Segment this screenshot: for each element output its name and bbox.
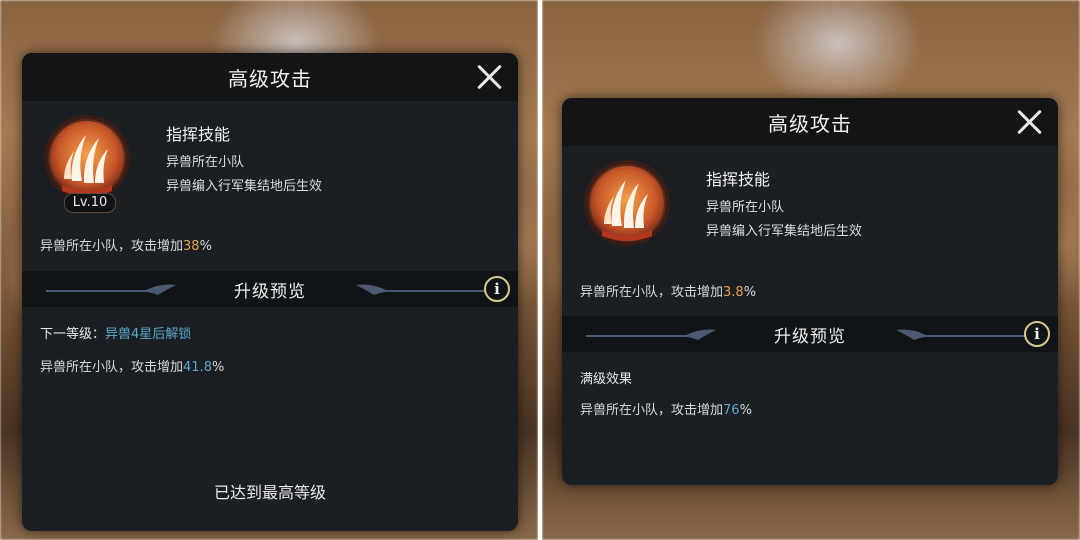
skill-scope: 异兽所在小队 (706, 200, 785, 215)
current-effect-unit: % (743, 285, 757, 300)
current-effect-text: 异兽所在小队，攻击增加 (40, 239, 184, 254)
info-icon[interactable]: i (484, 276, 510, 302)
close-icon[interactable] (474, 61, 506, 93)
popup-title: 高级攻击 (768, 111, 852, 136)
wing-right-icon (356, 284, 486, 295)
current-effect-value: 3.8 (723, 285, 744, 300)
close-icon[interactable] (1014, 106, 1046, 138)
right-screenshot: 高级攻击 指挥技能 异兽所在小队 异兽编入行军集结地后生效 异兽所在小队，攻击增… (542, 0, 1080, 540)
skill-info: Lv.10 指挥技能 异兽所在小队 异兽编入行军集结地后生效 (22, 101, 518, 231)
next-effect-unit: % (211, 360, 225, 375)
next-effect-value: 41.8 (183, 360, 212, 375)
skill-popup: 高级攻击 Lv.10 指挥技能 异兽所在小队 异兽编入行军集结地后生效 异兽所在… (22, 53, 518, 531)
max-effect-label: 满级效果 (580, 372, 633, 387)
info-icon[interactable]: i (1024, 321, 1050, 347)
skill-level-badge: Lv.10 (64, 193, 116, 213)
wing-left-icon (586, 329, 716, 340)
skill-scope: 异兽所在小队 (166, 155, 245, 170)
skill-popup: 高级攻击 指挥技能 异兽所在小队 异兽编入行军集结地后生效 异兽所在小队，攻击增… (562, 98, 1058, 485)
upgrade-preview-title: 升级预览 (774, 326, 846, 347)
upgrade-preview-divider: 升级预览 i (22, 271, 518, 307)
current-effect-unit: % (199, 239, 212, 254)
next-effect-text: 异兽所在小队，攻击增加 (40, 360, 184, 375)
max-effect-text: 异兽所在小队，攻击增加 (580, 403, 724, 418)
skill-condition: 异兽编入行军集结地后生效 (706, 224, 863, 239)
skill-condition: 异兽编入行军集结地后生效 (166, 179, 323, 194)
max-effect-unit: % (739, 403, 752, 418)
current-effect: 异兽所在小队，攻击增加3.8% (562, 276, 1058, 316)
current-effect-text: 异兽所在小队，攻击增加 (580, 285, 724, 300)
max-effect: 异兽所在小队，攻击增加76% (562, 399, 1058, 418)
skill-type: 指挥技能 (706, 170, 771, 189)
max-level-status: 已达到最高等级 (213, 483, 326, 502)
skill-info: 指挥技能 异兽所在小队 异兽编入行军集结地后生效 (562, 146, 1058, 276)
popup-title: 高级攻击 (228, 66, 312, 91)
next-level-label: 下一等级： (40, 327, 106, 342)
popup-header: 高级攻击 (562, 98, 1058, 146)
upgrade-preview-divider: 升级预览 i (562, 316, 1058, 352)
current-effect: 异兽所在小队，攻击增加38% (22, 231, 518, 271)
upgrade-preview-title: 升级预览 (234, 281, 306, 302)
wing-right-icon (896, 329, 1026, 340)
wing-left-icon (46, 284, 176, 295)
next-level-effect: 异兽所在小队，攻击增加41.8% (22, 356, 518, 375)
skill-type: 指挥技能 (166, 125, 231, 144)
max-effect-value: 76 (723, 403, 740, 418)
left-screenshot: 高级攻击 Lv.10 指挥技能 异兽所在小队 异兽编入行军集结地后生效 异兽所在… (0, 0, 538, 540)
claw-skill-icon (44, 115, 130, 201)
next-level-row: 下一等级：异兽4星后解锁 (22, 323, 518, 342)
current-effect-value: 38 (183, 239, 200, 254)
popup-header: 高级攻击 (22, 53, 518, 101)
next-level-requirement: 异兽4星后解锁 (105, 327, 192, 342)
claw-skill-icon (584, 160, 670, 246)
